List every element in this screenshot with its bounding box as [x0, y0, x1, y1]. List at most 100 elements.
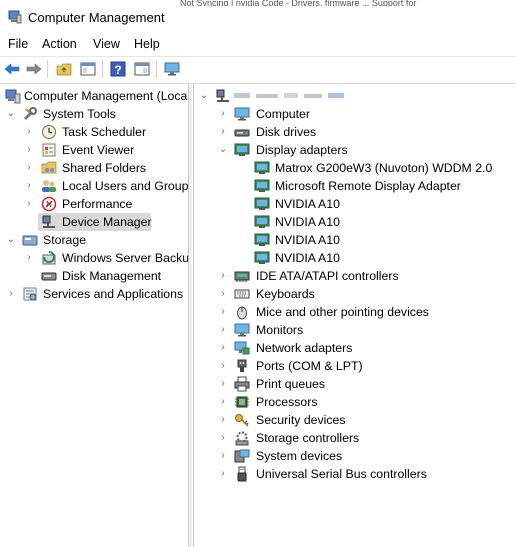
forward-arrow-icon[interactable]: [24, 60, 44, 78]
monitor-icon: [234, 322, 250, 338]
pane-splitter[interactable]: [189, 84, 192, 547]
device-label: Microsoft Remote Display Adapter: [275, 179, 461, 193]
chevron-right-icon[interactable]: ›: [24, 195, 34, 213]
help-icon[interactable]: ?: [108, 60, 128, 78]
device-label: NVIDIA A10: [275, 197, 340, 211]
monitor-icon[interactable]: [162, 60, 182, 78]
console-tree-pane[interactable]: Computer Management (Local ⌄ System Tool…: [0, 84, 189, 547]
shared-folder-icon: [41, 160, 57, 176]
background-browser-tabs: Not Syncing | nvidia Code - Drivers, fir…: [180, 0, 417, 6]
menu-view[interactable]: View: [93, 37, 120, 51]
device-label: Matrox G200eW3 (Nuvoton) WDDM 2.0: [275, 161, 493, 175]
chevron-right-icon[interactable]: ›: [24, 177, 34, 195]
category-system-devices[interactable]: › System devices: [194, 447, 516, 465]
category-security-devices[interactable]: › Security devices: [194, 411, 516, 429]
chevron-right-icon[interactable]: ›: [6, 285, 16, 303]
chevron-right-icon[interactable]: ›: [218, 465, 228, 483]
chevron-right-icon[interactable]: ›: [218, 123, 228, 141]
category-computer[interactable]: › Computer: [194, 105, 516, 123]
tree-item-system-tools[interactable]: ⌄ System Tools: [0, 105, 188, 123]
chevron-down-icon[interactable]: ⌄: [6, 231, 16, 249]
category-usb-controllers[interactable]: › Universal Serial Bus controllers: [194, 465, 516, 483]
system-devices-icon: [234, 448, 250, 464]
category-display-adapters[interactable]: ⌄ Display adapters: [194, 141, 516, 159]
chevron-right-icon[interactable]: ›: [218, 393, 228, 411]
tree-item-shared-folders[interactable]: › Shared Folders: [0, 159, 188, 177]
device-item[interactable]: NVIDIA A10: [194, 249, 516, 267]
system-tools-icon: [22, 106, 38, 122]
device-item[interactable]: NVIDIA A10: [194, 213, 516, 231]
storage-icon: [22, 232, 38, 248]
device-item[interactable]: Microsoft Remote Display Adapter: [194, 177, 516, 195]
chevron-right-icon[interactable]: ›: [24, 159, 34, 177]
tree-label: Services and Applications: [43, 287, 184, 301]
menu-help[interactable]: Help: [134, 37, 160, 51]
device-item[interactable]: NVIDIA A10: [194, 195, 516, 213]
tree-item-event-viewer[interactable]: › Event Viewer: [0, 141, 188, 159]
back-arrow-icon[interactable]: [2, 60, 22, 78]
chevron-down-icon[interactable]: ⌄: [6, 105, 16, 123]
chevron-right-icon[interactable]: ›: [218, 339, 228, 357]
category-label: Display adapters: [256, 143, 348, 157]
tree-label: Storage: [43, 233, 87, 247]
chevron-right-icon[interactable]: ›: [218, 285, 228, 303]
chevron-right-icon[interactable]: ›: [24, 249, 34, 267]
tree-item-services-applications[interactable]: › Services and Applications: [0, 285, 188, 303]
chevron-down-icon[interactable]: ⌄: [199, 87, 209, 105]
device-tree-pane[interactable]: ⌄ › Computer › Disk drives ⌄ Display ada…: [193, 84, 516, 547]
chevron-right-icon[interactable]: ›: [218, 303, 228, 321]
processor-icon: [234, 394, 250, 410]
chevron-right-icon[interactable]: ›: [24, 123, 34, 141]
category-label: Mice and other pointing devices: [256, 305, 429, 319]
show-hide-tree-icon[interactable]: [78, 60, 98, 78]
chevron-right-icon[interactable]: ›: [218, 447, 228, 465]
tree-item-computer-management[interactable]: Computer Management (Local: [0, 87, 188, 105]
device-tree-root[interactable]: ⌄: [194, 87, 516, 105]
chevron-right-icon[interactable]: ›: [218, 321, 228, 339]
category-network-adapters[interactable]: › Network adapters: [194, 339, 516, 357]
tree-item-performance[interactable]: › N Performance: [0, 195, 188, 213]
chevron-right-icon[interactable]: ›: [218, 105, 228, 123]
users-icon: [41, 178, 57, 194]
device-label: NVIDIA A10: [275, 215, 340, 229]
svg-text:N: N: [46, 200, 52, 209]
device-item[interactable]: Matrox G200eW3 (Nuvoton) WDDM 2.0: [194, 159, 516, 177]
chevron-down-icon[interactable]: ⌄: [218, 141, 228, 159]
svg-text:?: ?: [114, 63, 121, 77]
tree-label: Performance: [62, 197, 133, 211]
up-folder-icon[interactable]: [54, 60, 74, 78]
keyboard-icon: [234, 286, 250, 302]
category-print-queues[interactable]: › Print queues: [194, 375, 516, 393]
tree-label: Local Users and Groups: [62, 179, 189, 193]
tree-item-disk-management[interactable]: Disk Management: [0, 267, 188, 285]
disk-drive-icon: [234, 124, 250, 140]
category-keyboards[interactable]: › Keyboards: [194, 285, 516, 303]
menu-file[interactable]: File: [8, 37, 28, 51]
chevron-right-icon[interactable]: ›: [218, 267, 228, 285]
chevron-right-icon[interactable]: ›: [218, 375, 228, 393]
category-label: Disk drives: [256, 125, 317, 139]
chevron-right-icon[interactable]: ›: [218, 411, 228, 429]
tree-item-device-manager[interactable]: Device Manager: [0, 213, 188, 231]
tree-item-storage[interactable]: ⌄ Storage: [0, 231, 188, 249]
category-ports[interactable]: › Ports (COM & LPT): [194, 357, 516, 375]
computer-management-icon: [5, 88, 21, 104]
display-adapter-icon: [254, 250, 270, 266]
tree-item-windows-server-backup[interactable]: › Windows Server Backup: [0, 249, 188, 267]
chevron-right-icon[interactable]: ›: [218, 357, 228, 375]
category-storage-controllers[interactable]: › Storage controllers: [194, 429, 516, 447]
device-item[interactable]: NVIDIA A10: [194, 231, 516, 249]
services-icon: [22, 286, 38, 302]
tree-label: Device Manager: [62, 215, 152, 229]
category-mice[interactable]: › Mice and other pointing devices: [194, 303, 516, 321]
tree-item-task-scheduler[interactable]: › Task Scheduler: [0, 123, 188, 141]
chevron-right-icon[interactable]: ›: [218, 429, 228, 447]
category-processors[interactable]: › Processors: [194, 393, 516, 411]
category-monitors[interactable]: › Monitors: [194, 321, 516, 339]
tree-item-local-users-groups[interactable]: › Local Users and Groups: [0, 177, 188, 195]
properties-icon[interactable]: [132, 60, 152, 78]
chevron-right-icon[interactable]: ›: [24, 141, 34, 159]
category-ide-ata[interactable]: › IDE ATA/ATAPI controllers: [194, 267, 516, 285]
category-disk-drives[interactable]: › Disk drives: [194, 123, 516, 141]
menu-action[interactable]: Action: [42, 37, 77, 51]
